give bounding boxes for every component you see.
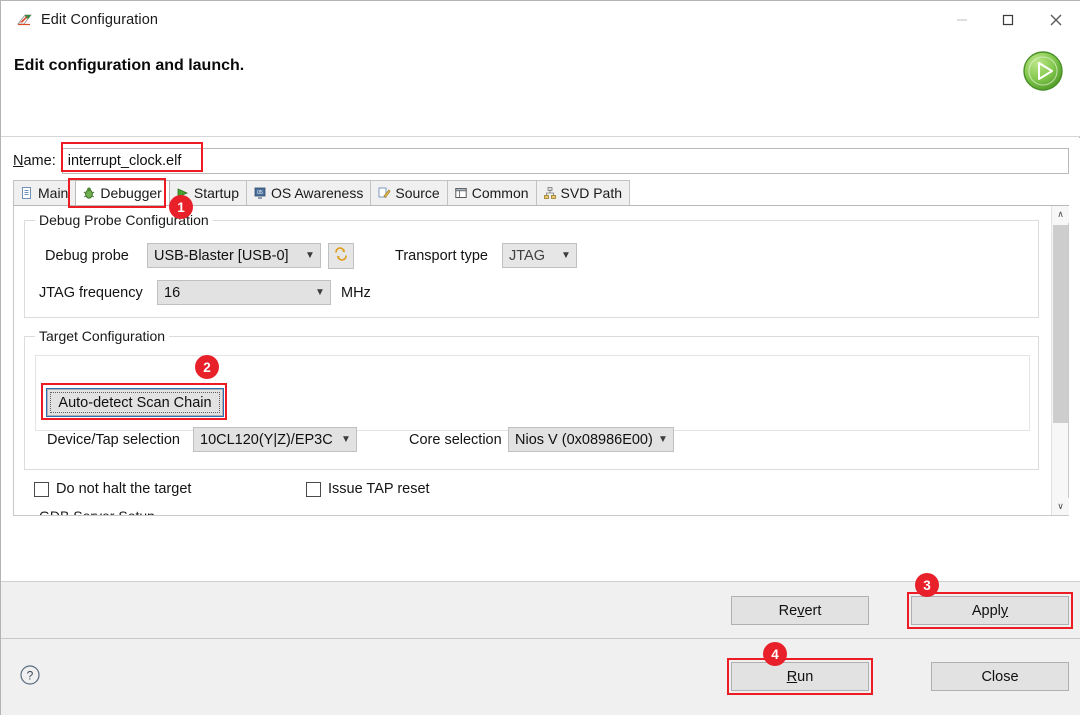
transport-type-value: JTAG xyxy=(509,247,545,264)
debug-probe-value: USB-Blaster [USB-0] xyxy=(154,247,289,264)
apply-button[interactable]: Appl y xyxy=(911,596,1069,625)
device-tap-selection-label: Device/Tap selection xyxy=(47,432,180,448)
do-not-halt-checkbox-row[interactable]: Do not halt the target xyxy=(34,481,191,497)
chevron-down-icon: ▼ xyxy=(315,287,325,298)
annotation-badge-4: 4 xyxy=(763,642,787,666)
core-selection-value: Nios V (0x08986E00) xyxy=(515,431,653,448)
tab-label: Source xyxy=(395,185,440,201)
name-input[interactable] xyxy=(61,148,1069,174)
tab-label: SVD Path xyxy=(560,185,622,201)
debug-probe-label: Debug probe xyxy=(45,248,129,264)
green-run-play-icon[interactable] xyxy=(1019,47,1067,95)
bug-icon xyxy=(82,186,96,200)
group-title: Target Configuration xyxy=(35,328,170,344)
window-title: Edit Configuration xyxy=(41,12,159,28)
issue-tap-reset-label: Issue TAP reset xyxy=(328,481,430,497)
device-tap-selection-select[interactable]: 10CL120(Y|Z)/EP3C ▼ xyxy=(193,427,357,452)
device-tap-value: 10CL120(Y|Z)/EP3C xyxy=(200,431,333,448)
apply-mnemonic: y xyxy=(1000,602,1009,619)
tab-common[interactable]: Common xyxy=(446,180,537,205)
eclipse-launch-icon xyxy=(17,12,33,28)
dialog-header: Edit configuration and launch. xyxy=(1,39,1080,137)
apply-label-prefix: Appl xyxy=(971,602,1001,619)
revert-mnemonic: v xyxy=(797,602,805,619)
transport-type-label: Transport type xyxy=(395,248,488,264)
scrollbar-thumb[interactable] xyxy=(1053,225,1068,423)
annotation-badge-3: 3 xyxy=(915,573,939,597)
name-label: Name: xyxy=(13,153,56,169)
tab-source[interactable]: Source xyxy=(370,180,448,205)
jtag-frequency-select[interactable]: 16 ▼ xyxy=(157,280,331,305)
settings-scroll-pane: Debug Probe Configuration Debug probe US… xyxy=(13,206,1069,516)
refresh-probes-button[interactable] xyxy=(328,243,354,269)
help-question-icon[interactable]: ? xyxy=(19,664,41,686)
annotation-badge-2: 2 xyxy=(195,355,219,379)
auto-detect-scan-chain-button[interactable]: Auto-detect Scan Chain xyxy=(47,389,223,416)
settings-content: Debug Probe Configuration Debug probe US… xyxy=(14,206,1051,515)
edit-configuration-dialog: Edit Configuration Edit configuration an… xyxy=(0,0,1080,715)
os-chip-icon: 05 xyxy=(253,186,267,200)
issue-tap-reset-checkbox-row[interactable]: Issue TAP reset xyxy=(306,481,430,497)
name-row: Name: xyxy=(13,146,1069,176)
jtag-frequency-label: JTAG frequency xyxy=(39,285,143,301)
jtag-frequency-unit: MHz xyxy=(341,285,371,301)
run-button[interactable]: Run xyxy=(731,662,869,691)
tab-label: Startup xyxy=(193,185,239,201)
run-mnemonic: R xyxy=(786,668,798,685)
svg-text:05: 05 xyxy=(257,190,263,196)
revert-label-suffix: ert xyxy=(804,602,822,619)
footer-bar: ? 公众号 · 友晶Terasic Run Close xyxy=(1,638,1080,715)
scroll-down-arrow-icon[interactable]: ∨ xyxy=(1052,498,1069,515)
source-folder-icon xyxy=(377,186,391,200)
tab-svd-path[interactable]: SVD Path xyxy=(535,180,630,205)
jtag-frequency-value: 16 xyxy=(164,284,181,301)
revert-button[interactable]: Re v ert xyxy=(731,596,869,625)
close-button[interactable] xyxy=(1031,1,1080,39)
core-selection-select[interactable]: Nios V (0x08986E00) ▼ xyxy=(508,427,674,452)
refresh-arrows-icon xyxy=(333,246,349,267)
tree-node-icon xyxy=(543,186,557,200)
tab-os-awareness[interactable]: 05 OS Awareness xyxy=(246,180,372,205)
window-icon xyxy=(454,186,468,200)
page-title: Edit configuration and launch. xyxy=(14,57,245,74)
transport-type-select[interactable]: JTAG ▼ xyxy=(502,243,577,268)
tab-label: Main xyxy=(38,185,69,201)
scroll-up-arrow-icon[interactable]: ∧ xyxy=(1052,206,1069,223)
issue-tap-reset-checkbox[interactable] xyxy=(306,481,321,497)
svg-text:?: ? xyxy=(27,669,34,683)
window-controls xyxy=(939,1,1080,39)
tab-label: Debugger xyxy=(100,185,162,201)
minimize-button[interactable] xyxy=(939,1,985,39)
document-icon xyxy=(20,186,34,200)
chevron-down-icon: ▼ xyxy=(305,250,315,261)
title-bar: Edit Configuration xyxy=(1,1,1080,39)
core-selection-label: Core selection xyxy=(409,432,502,448)
tab-label: Common xyxy=(471,185,529,201)
do-not-halt-checkbox[interactable] xyxy=(34,481,49,497)
tab-debugger[interactable]: Debugger xyxy=(75,180,170,205)
close-dialog-button[interactable]: Close xyxy=(931,662,1069,691)
group-title: GDB Server Setup xyxy=(35,508,159,515)
chevron-down-icon: ▼ xyxy=(658,434,668,445)
do-not-halt-label: Do not halt the target xyxy=(56,481,192,497)
tab-label: OS Awareness xyxy=(271,185,364,201)
target-configuration-group: Target Configuration Auto-detect Scan Ch… xyxy=(24,328,1039,470)
chevron-down-icon: ▼ xyxy=(341,434,351,445)
maximize-button[interactable] xyxy=(985,1,1031,39)
dialog-body: Name: Main Debugger Startu xyxy=(1,138,1080,581)
run-label-suffix: un xyxy=(797,668,814,685)
revert-label-prefix: Re xyxy=(778,602,798,619)
chevron-down-icon: ▼ xyxy=(561,250,571,261)
tab-main[interactable]: Main xyxy=(13,180,77,205)
debug-probe-configuration-group: Debug Probe Configuration Debug probe US… xyxy=(24,212,1039,318)
debug-probe-select[interactable]: USB-Blaster [USB-0] ▼ xyxy=(147,243,321,268)
vertical-scrollbar[interactable]: ∧ ∨ xyxy=(1051,206,1069,515)
annotation-badge-1: 1 xyxy=(169,195,193,219)
